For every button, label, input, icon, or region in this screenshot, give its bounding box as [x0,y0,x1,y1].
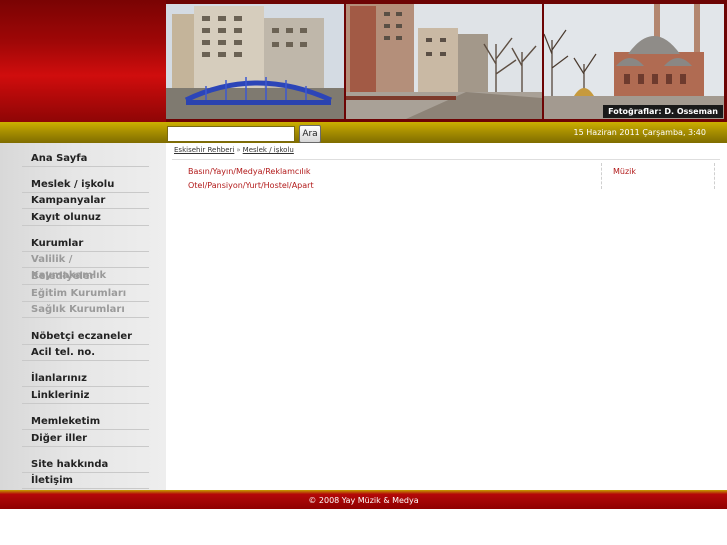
current-datetime: 15 Haziran 2011 Çarşamba, 3:40 [573,128,706,137]
sidebar-item-links[interactable]: Linkleriniz [22,388,149,404]
sidebar-item-register[interactable]: Kayıt olunuz [22,210,149,226]
mosque-photo [544,4,724,119]
sidebar-item-about[interactable]: Site hakkında [22,457,149,473]
sidebar-item-ads[interactable]: İlanlarınız [22,371,149,387]
sidebar-item-institutions[interactable]: Kurumlar [22,236,149,252]
sidebar-item-home[interactable]: Ana Sayfa [22,151,149,167]
sidebar-item-hometown[interactable]: Memleketim [22,414,149,430]
search-input[interactable] [167,126,295,142]
sidebar-item-contact[interactable]: İletişim [22,473,149,489]
apartments-photo [166,4,344,119]
category-link-hotel[interactable]: Otel/Pansiyon/Yurt/Hostel/Apart [188,181,314,190]
sidebar-item-health[interactable]: Sağlık Kurumları [22,302,149,318]
column-divider [601,163,602,189]
category-link-media[interactable]: Basın/Yayın/Medya/Reklamcılık [188,167,311,176]
column-divider-right [714,163,715,189]
sidebar-item-emergency[interactable]: Acil tel. no. [22,345,149,361]
breadcrumb: Eskisehir Rehberi» Meslek / işkolu [174,146,294,154]
photo-credit: Fotoğraflar: D. Osseman [603,105,723,118]
header-photo-strip: Fotoğraflar: D. Osseman [166,0,727,122]
sidebar-item-other-cities[interactable]: Diğer iller [22,431,149,447]
content-divider [172,159,720,160]
category-link-music[interactable]: Müzik [613,167,636,176]
header-banner-left [0,0,166,122]
header-photo-street [346,4,542,119]
breadcrumb-home-link[interactable]: Eskisehir Rehberi [174,146,234,154]
header-photo-apartments [166,4,344,119]
sidebar: Ana Sayfa Meslek / işkolu Kampanyalar Ka… [0,143,166,490]
breadcrumb-separator: » [236,146,241,154]
sidebar-item-municipalities[interactable]: Belediyeler [22,269,149,285]
header-photo-mosque [544,4,724,119]
sidebar-item-governorship[interactable]: Valilik / Kaymakamlık [22,252,149,281]
street-photo [346,4,542,119]
sidebar-item-campaigns[interactable]: Kampanyalar [22,193,149,209]
sidebar-item-education[interactable]: Eğitim Kurumları [22,286,149,302]
search-button[interactable]: Ara [299,125,321,143]
sidebar-item-pharmacies[interactable]: Nöbetçi eczaneler [22,329,149,345]
breadcrumb-current-link[interactable]: Meslek / işkolu [243,146,294,154]
footer-copyright: © 2008 Yay Müzik & Medya [308,496,419,505]
sidebar-item-profession[interactable]: Meslek / işkolu [22,177,149,193]
